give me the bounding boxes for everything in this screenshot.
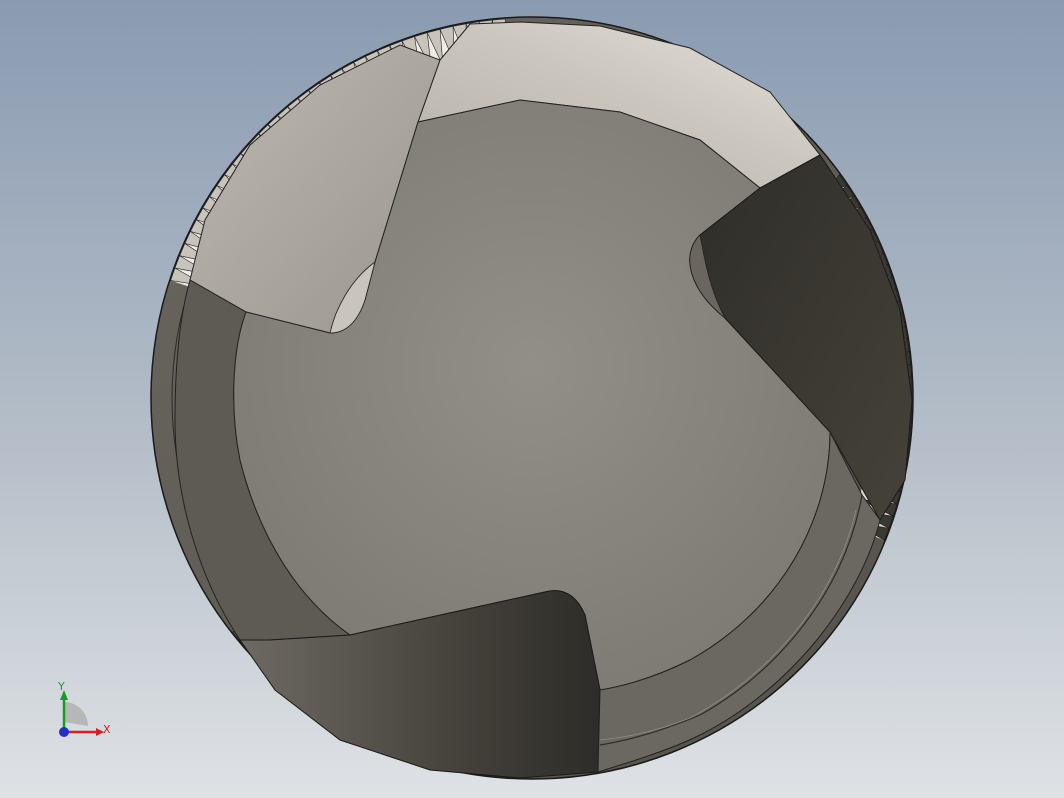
coordinate-triad: X Y <box>44 672 124 752</box>
axis-x-label: X <box>103 723 111 736</box>
graphics-viewport[interactable]: X Y <box>0 0 1064 798</box>
axis-y-label: Y <box>58 680 65 693</box>
cutter-model[interactable] <box>0 0 1064 798</box>
coordinate-triad-icon <box>59 690 104 737</box>
